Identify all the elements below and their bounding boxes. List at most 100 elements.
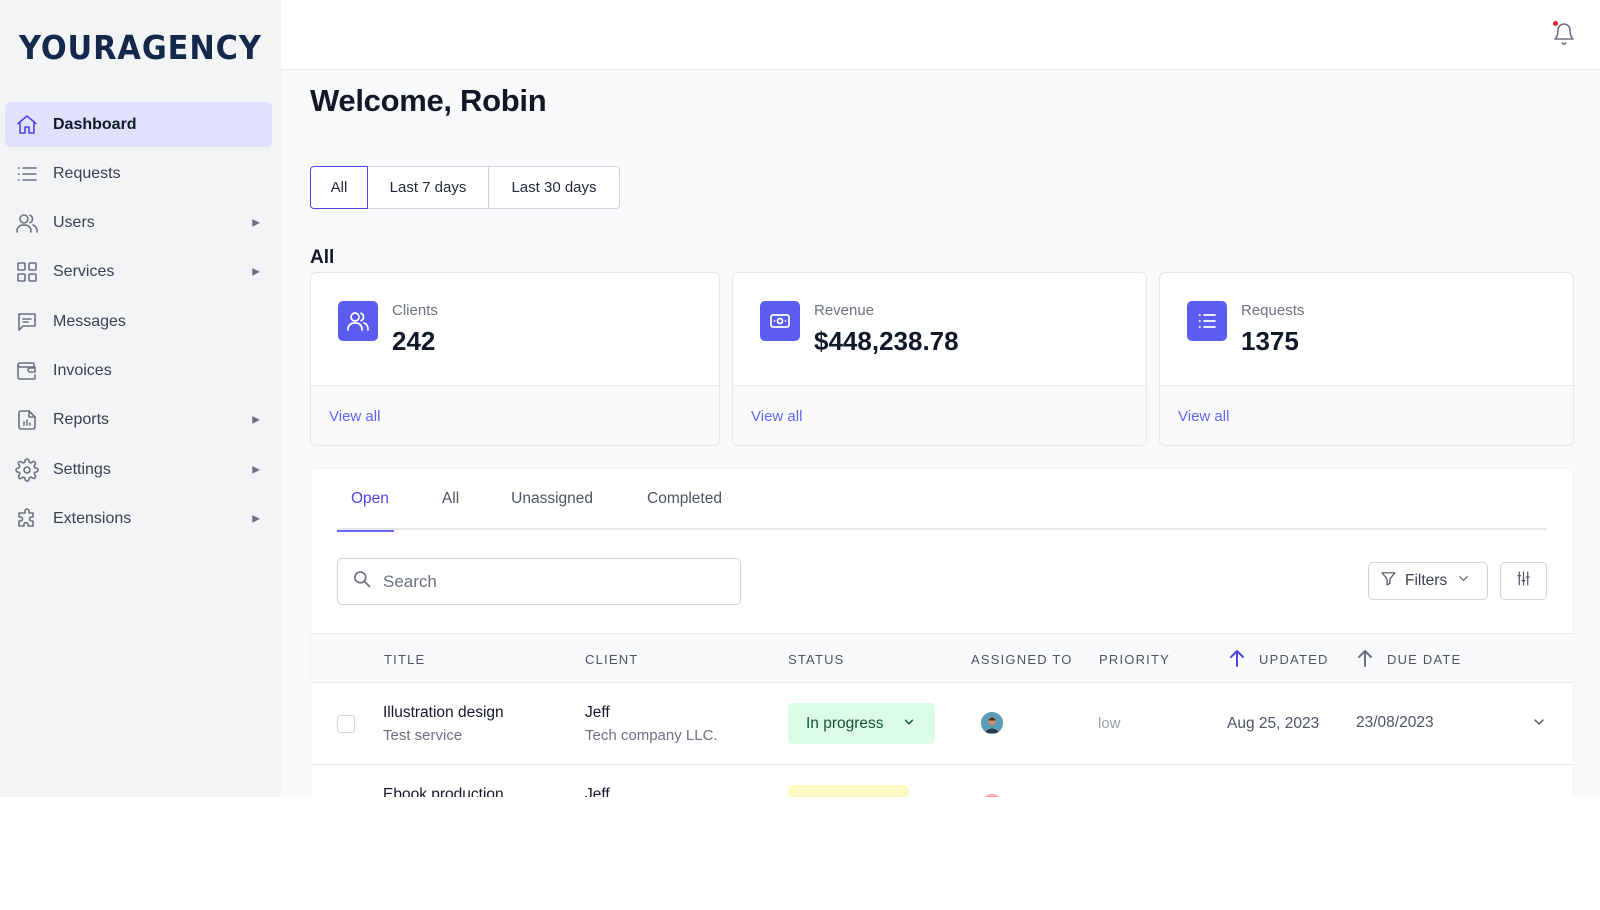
chevron-down-icon[interactable] — [1531, 714, 1547, 730]
sidebar: YOURAGENCY Dashboard Requests Users ▶ Se… — [0, 0, 281, 797]
view-all-link[interactable]: View all — [1178, 408, 1229, 425]
stat-value: 1375 — [1241, 326, 1299, 356]
top-bar — [281, 0, 1600, 70]
caret-right-icon: ▶ — [252, 266, 260, 278]
bell-icon — [1552, 23, 1576, 50]
range-option-all[interactable]: All — [310, 166, 368, 209]
unread-indicator — [1553, 21, 1558, 26]
stats-cards: Clients 242 View all Revenue $448,238.78… — [310, 272, 1574, 446]
sort-arrow-up-icon — [1229, 649, 1245, 667]
search-box — [337, 558, 741, 605]
row-checkbox[interactable] — [337, 715, 355, 733]
cash-icon — [760, 301, 800, 341]
column-header-client[interactable]: CLIENT — [585, 652, 638, 667]
home-icon — [15, 113, 39, 137]
sidebar-item-extensions[interactable]: Extensions ▶ — [5, 496, 272, 541]
filter-icon — [1380, 570, 1397, 592]
due-date: 23/08/2023 — [1356, 714, 1434, 731]
sidebar-item-label: Settings — [53, 460, 111, 478]
page-title: Welcome, Robin — [310, 83, 547, 118]
sidebar-item-label: Reports — [53, 411, 110, 429]
column-header-title[interactable]: TITLE — [384, 652, 425, 667]
sidebar-item-invoices[interactable]: Invoices — [5, 348, 272, 393]
caret-right-icon: ▶ — [252, 414, 260, 426]
request-service: Test service — [383, 727, 463, 744]
column-header-priority[interactable]: PRIORITY — [1099, 652, 1170, 667]
sidebar-item-users[interactable]: Users ▶ — [5, 201, 272, 246]
status-dropdown[interactable]: In progress — [788, 703, 935, 744]
sidebar-item-services[interactable]: Services ▶ — [5, 250, 272, 295]
avatar[interactable] — [981, 794, 1003, 797]
section-heading: All — [310, 247, 335, 268]
column-header-status[interactable]: STATUS — [788, 652, 845, 667]
tab-open[interactable]: Open — [337, 469, 394, 532]
gear-icon — [15, 457, 39, 482]
filters-button[interactable]: Filters — [1368, 562, 1488, 600]
filters-label: Filters — [1405, 572, 1448, 589]
view-all-link[interactable]: View all — [329, 408, 380, 425]
caret-right-icon: ▶ — [252, 464, 260, 476]
status-dropdown[interactable] — [788, 785, 909, 797]
tab-completed[interactable]: Completed — [647, 469, 722, 530]
updated-date: Aug 25, 2023 — [1227, 715, 1320, 732]
sidebar-item-label: Requests — [53, 164, 121, 182]
tab-all[interactable]: All — [442, 469, 459, 530]
sort-arrow-up-icon — [1357, 649, 1373, 667]
sidebar-item-label: Dashboard — [53, 115, 137, 133]
caret-right-icon: ▶ — [252, 513, 260, 525]
column-settings-button[interactable] — [1500, 562, 1547, 600]
status-label: In progress — [806, 714, 884, 732]
avatar[interactable] — [981, 712, 1003, 734]
stat-label: Clients — [392, 302, 438, 319]
brand-logo[interactable]: YOURAGENCY — [19, 28, 262, 67]
date-range-filter: All Last 7 days Last 30 days — [310, 166, 620, 209]
sidebar-item-label: Users — [53, 214, 95, 232]
request-tabs: Open All Unassigned Completed — [337, 469, 1547, 532]
tab-label: Unassigned — [511, 490, 594, 507]
sidebar-item-requests[interactable]: Requests — [5, 151, 272, 196]
priority-label: low — [1098, 715, 1121, 732]
request-title[interactable]: Ebook production — [383, 786, 504, 797]
column-header-due-date[interactable]: DUE DATE — [1357, 649, 1462, 667]
sliders-icon — [1515, 570, 1532, 592]
sidebar-item-dashboard[interactable]: Dashboard — [5, 102, 272, 147]
wallet-icon — [15, 359, 39, 383]
request-title[interactable]: Illustration design — [383, 704, 504, 722]
sidebar-item-messages[interactable]: Messages — [5, 299, 272, 344]
stat-value: $448,238.78 — [814, 326, 959, 356]
sidebar-item-reports[interactable]: Reports ▶ — [5, 398, 272, 443]
view-all-link[interactable]: View all — [751, 408, 802, 425]
grid-icon — [15, 260, 39, 284]
table-header: TITLE CLIENT STATUS ASSIGNED TO PRIORITY… — [311, 633, 1573, 683]
stat-card-revenue: Revenue $448,238.78 View all — [732, 272, 1147, 446]
search-input[interactable] — [383, 571, 723, 592]
requests-panel: Open All Unassigned Completed Filters TI… — [310, 468, 1574, 797]
notifications-button[interactable] — [1552, 21, 1576, 46]
column-header-label: DUE DATE — [1387, 652, 1462, 667]
search-icon — [352, 569, 372, 594]
table-row[interactable]: Ebook production Jeff — [311, 765, 1573, 797]
tab-label: Open — [351, 490, 389, 507]
stat-value: 242 — [392, 326, 436, 356]
sidebar-item-label: Services — [53, 263, 115, 281]
stat-card-requests: Requests 1375 View all — [1159, 272, 1574, 446]
list-icon — [1187, 301, 1227, 341]
column-header-assigned-to[interactable]: ASSIGNED TO — [971, 652, 1073, 667]
sidebar-item-settings[interactable]: Settings ▶ — [5, 447, 272, 492]
range-option-last-7-days[interactable]: Last 7 days — [367, 166, 489, 209]
sidebar-nav: Dashboard Requests Users ▶ Services ▶ Me… — [5, 102, 272, 546]
range-option-last-30-days[interactable]: Last 30 days — [488, 166, 620, 209]
users-icon — [15, 211, 39, 235]
chevron-down-icon — [902, 715, 916, 732]
chart-file-icon — [15, 408, 39, 432]
stat-label: Requests — [1241, 302, 1305, 319]
list-icon — [15, 162, 39, 186]
tab-unassigned[interactable]: Unassigned — [511, 469, 593, 530]
sidebar-item-label: Extensions — [53, 509, 132, 527]
chevron-down-icon — [1456, 571, 1471, 591]
column-header-updated[interactable]: UPDATED — [1229, 649, 1329, 667]
tab-label: All — [441, 490, 460, 507]
table-row[interactable]: Illustration design Test service Jeff Te… — [311, 683, 1573, 765]
stat-card-clients: Clients 242 View all — [310, 272, 720, 446]
client-name: Jeff — [585, 786, 610, 797]
